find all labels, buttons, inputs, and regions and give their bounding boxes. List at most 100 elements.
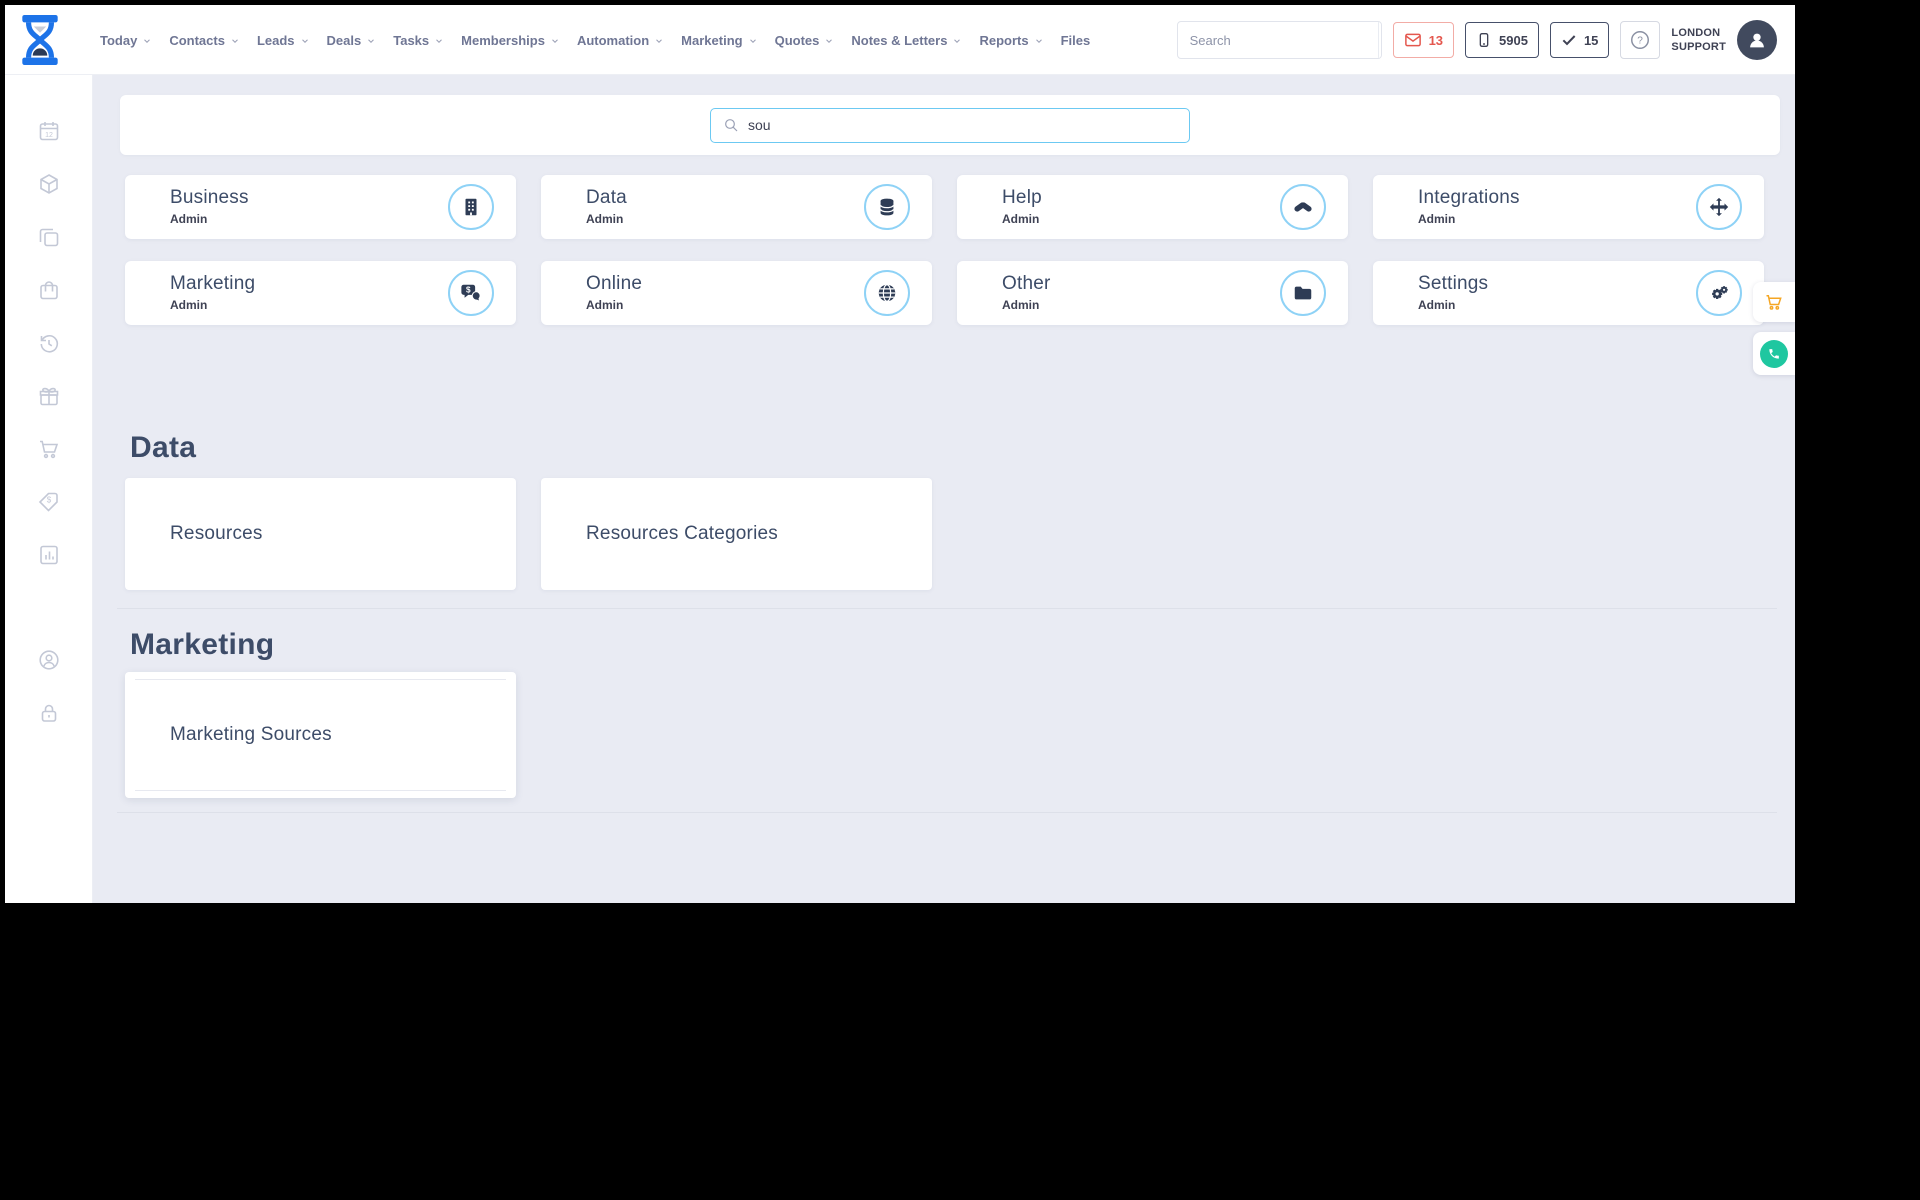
chevron-down-icon xyxy=(232,39,238,43)
category-card-data[interactable]: Data Admin xyxy=(541,175,932,239)
chevron-down-icon xyxy=(656,39,663,43)
nav-item-contacts[interactable]: Contacts xyxy=(169,33,240,48)
admin-search-band xyxy=(120,95,1780,155)
section-divider xyxy=(117,608,1777,609)
folder-icon xyxy=(1280,270,1326,316)
nav-item-leads[interactable]: Leads xyxy=(257,33,310,48)
category-card-settings[interactable]: Settings Admin xyxy=(1373,261,1764,325)
search-icon xyxy=(1379,32,1382,49)
tasks-badge[interactable]: 15 xyxy=(1549,22,1610,58)
database-icon xyxy=(864,184,910,230)
sidebar-item-orders[interactable] xyxy=(36,278,62,302)
result-card-resources[interactable]: Resources xyxy=(125,478,516,590)
nav-item-deals[interactable]: Deals xyxy=(327,33,377,48)
sidebar-item-cart[interactable] xyxy=(36,437,62,461)
section-divider xyxy=(117,812,1777,813)
chevron-down-icon xyxy=(552,39,558,43)
chevron-down-icon xyxy=(954,39,961,43)
cart-icon xyxy=(39,440,58,459)
history-icon xyxy=(40,334,58,353)
sidebar-item-reports[interactable] xyxy=(36,543,62,567)
nav-item-notes-letters[interactable]: Notes & Letters xyxy=(851,33,962,48)
search-icon xyxy=(725,119,738,132)
svg-text:$: $ xyxy=(466,286,471,295)
price-tag-icon: $ xyxy=(38,492,58,512)
check-icon xyxy=(1562,35,1576,46)
nav-item-memberships[interactable]: Memberships xyxy=(461,33,560,48)
nav-item-tasks[interactable]: Tasks xyxy=(393,33,444,48)
sidebar-item-account[interactable] xyxy=(36,648,62,672)
cube-icon xyxy=(39,174,58,194)
result-card-resources-categories[interactable]: Resources Categories xyxy=(541,478,932,590)
sidebar-item-pricing[interactable]: $ xyxy=(36,490,62,514)
phone-icon xyxy=(1760,339,1788,368)
category-card-business[interactable]: Business Admin xyxy=(125,175,516,239)
main-navigation: Today Contacts Leads Deals Tasks Members… xyxy=(100,5,1090,75)
shopping-cart-icon xyxy=(1766,295,1782,310)
tasks-count: 15 xyxy=(1583,32,1599,48)
section-heading-data: Data xyxy=(130,431,197,464)
person-icon xyxy=(1750,33,1764,48)
floating-cart-button[interactable] xyxy=(1753,282,1795,322)
app-window: Today Contacts Leads Deals Tasks Members… xyxy=(5,5,1795,903)
lock-icon xyxy=(41,704,56,722)
sidebar-item-security[interactable] xyxy=(36,701,62,725)
chevron-down-icon xyxy=(368,39,375,43)
mobile-phone-icon xyxy=(1479,33,1489,47)
nav-item-automation[interactable]: Automation xyxy=(577,33,664,48)
shopping-bag-icon xyxy=(39,281,58,300)
global-search-input[interactable] xyxy=(1177,32,1378,48)
user-name: LONDON SUPPORT xyxy=(1671,26,1726,53)
section-marketing-cards: Marketing Sources xyxy=(125,672,1764,798)
icon-sidebar: 12 $ xyxy=(5,75,93,903)
admin-content: Business Admin Data Admin Help Admin Int… xyxy=(93,75,1795,903)
category-card-help[interactable]: Help Admin xyxy=(957,175,1348,239)
mail-count: 13 xyxy=(1428,32,1444,48)
search-button[interactable] xyxy=(1377,22,1382,58)
section-data-cards: Resources Resources Categories xyxy=(125,478,1764,590)
category-card-other[interactable]: Other Admin xyxy=(957,261,1348,325)
category-card-online[interactable]: Online Admin xyxy=(541,261,932,325)
sidebar-item-history[interactable] xyxy=(36,331,62,355)
gears-icon xyxy=(1696,270,1742,316)
global-search xyxy=(1176,21,1382,59)
sidebar-item-calendar[interactable]: 12 xyxy=(36,119,62,143)
user-circle-icon xyxy=(38,650,59,670)
chevron-down-icon xyxy=(301,39,308,43)
svg-text:12: 12 xyxy=(45,132,53,139)
chevron-down-icon xyxy=(144,39,151,43)
copy-icon xyxy=(39,228,58,247)
chevron-down-icon xyxy=(826,39,833,43)
handshake-icon xyxy=(1280,184,1326,230)
gift-icon xyxy=(39,387,58,406)
envelope-icon xyxy=(1404,33,1421,47)
nav-item-reports[interactable]: Reports xyxy=(979,33,1043,48)
sidebar-item-copy[interactable] xyxy=(36,225,62,249)
nav-item-marketing[interactable]: Marketing xyxy=(681,33,757,48)
sidebar-item-products[interactable] xyxy=(36,172,62,196)
help-button[interactable]: ? xyxy=(1620,21,1661,59)
avatar[interactable] xyxy=(1737,20,1777,60)
chat-dollar-icon: $ xyxy=(448,270,494,316)
category-card-marketing[interactable]: Marketing Admin $ xyxy=(125,261,516,325)
top-bar: Today Contacts Leads Deals Tasks Members… xyxy=(5,5,1795,75)
svg-text:$: $ xyxy=(46,496,51,505)
svg-text:?: ? xyxy=(1638,36,1644,47)
mail-badge[interactable]: 13 xyxy=(1392,22,1455,58)
nav-item-today[interactable]: Today xyxy=(100,33,152,48)
hourglass-logo[interactable] xyxy=(19,14,61,66)
nav-item-quotes[interactable]: Quotes xyxy=(775,33,835,48)
sidebar-item-gifts[interactable] xyxy=(36,384,62,408)
chevron-down-icon xyxy=(436,39,443,43)
admin-search-box xyxy=(710,107,1190,143)
floating-whatsapp-button[interactable] xyxy=(1753,332,1795,375)
building-icon xyxy=(448,184,494,230)
nav-item-files[interactable]: Files xyxy=(1061,33,1091,48)
admin-search-input[interactable] xyxy=(748,117,1177,133)
chevron-down-icon xyxy=(749,39,756,43)
chevron-down-icon xyxy=(1035,39,1042,43)
category-card-integrations[interactable]: Integrations Admin xyxy=(1373,175,1764,239)
section-heading-marketing: Marketing xyxy=(130,628,275,661)
phone-badge[interactable]: 5905 xyxy=(1465,22,1539,58)
result-card-marketing-sources[interactable]: Marketing Sources xyxy=(125,672,516,798)
